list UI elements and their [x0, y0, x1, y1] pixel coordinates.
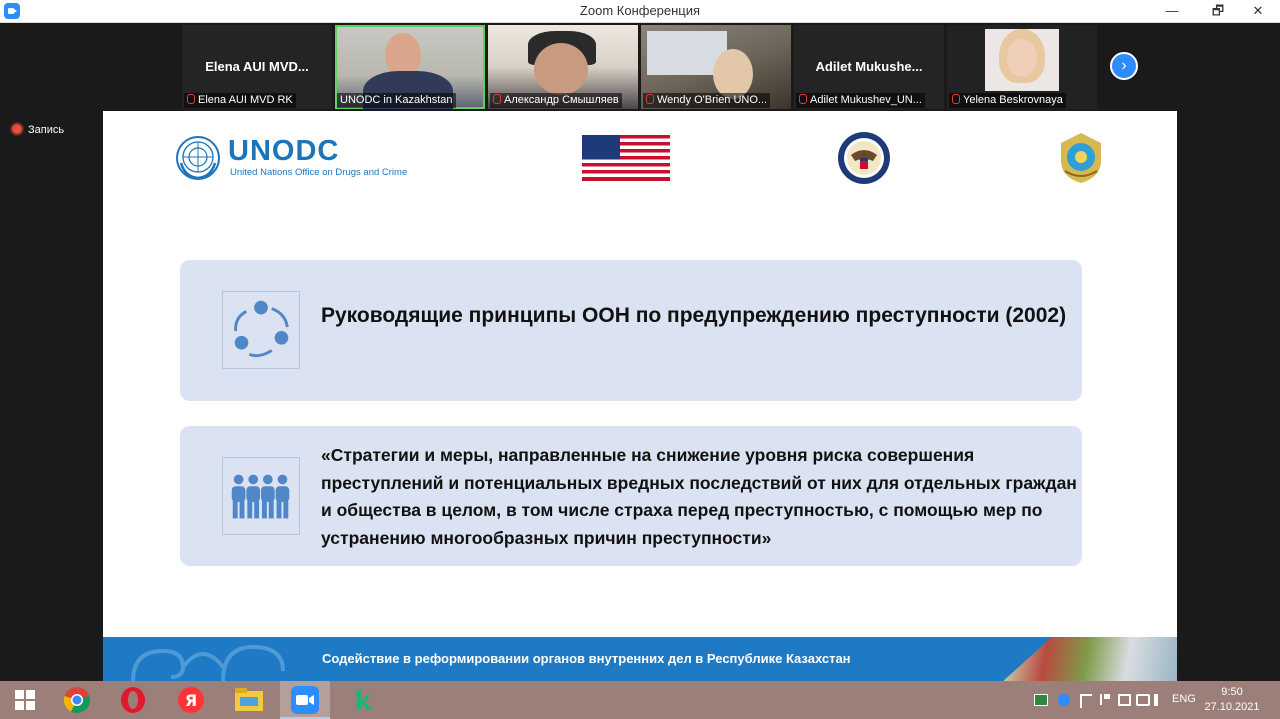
org-name: UNODC: [228, 135, 340, 167]
principles-title: Руководящие принципы ООН по предупрежден…: [321, 304, 1067, 327]
zoom-icon: [291, 686, 319, 714]
k-app-icon: k: [354, 686, 372, 714]
yandex-browser-icon: Я: [178, 687, 204, 713]
us-flag-icon: [582, 135, 670, 181]
minimize-button[interactable]: —: [1150, 0, 1194, 22]
participant-tile-active[interactable]: UNODC in Kazakhstan: [335, 25, 485, 109]
principles-card: Руководящие принципы ООН по предупрежден…: [180, 260, 1082, 401]
taskbar-clock[interactable]: 9:50 27.10.2021: [1200, 685, 1264, 715]
definition-quote: «Стратегии и меры, направленные на сниже…: [321, 445, 1077, 548]
recording-indicator[interactable]: Запись: [12, 124, 64, 136]
muted-mic-icon: [952, 94, 960, 104]
system-tray: ENG: [1030, 681, 1200, 719]
svg-text:Я: Я: [185, 691, 197, 710]
participant-label: Wendy O'Brien UNO...: [643, 93, 771, 108]
window-title: Zoom Конференция: [579, 3, 701, 18]
recording-label: Запись: [28, 124, 65, 136]
taskbar-file-explorer[interactable]: [224, 681, 274, 719]
participant-tile[interactable]: Александр Смышляев: [488, 25, 638, 109]
kazakhstan-police-emblem-icon: [1061, 133, 1101, 183]
up-arrow-tray-icon[interactable]: [1080, 694, 1092, 708]
org-subtitle: United Nations Office on Drugs and Crime: [230, 167, 408, 178]
zoom-tray-icon[interactable]: [1058, 694, 1070, 706]
opera-icon: [121, 687, 145, 713]
muted-mic-icon: [646, 94, 654, 104]
participant-strip: Elena AUI MVD... Elena AUI MVD RK UNODC …: [0, 23, 1280, 111]
clock-date: 27.10.2021: [1204, 701, 1260, 713]
next-page-chevron-right-icon[interactable]: ›: [1110, 52, 1138, 80]
us-state-department-seal-icon: [838, 132, 890, 184]
folder-icon: [235, 688, 263, 711]
record-dot-icon: [12, 124, 22, 134]
shared-screen-slide: UNODC United Nations Office on Drugs and…: [103, 111, 1177, 681]
speaker-tray-icon[interactable]: [1154, 694, 1166, 706]
flag-tray-icon[interactable]: [1100, 694, 1110, 705]
windows-taskbar: Я k ENG 9:50 27.10.2021: [0, 681, 1280, 719]
participant-label: Adilet Mukushev_UN...: [796, 93, 925, 108]
definition-card: «Стратегии и меры, направленные на сниже…: [180, 426, 1082, 566]
participant-display-name: Adilet Mukushe...: [815, 59, 923, 74]
cycle-arrows-icon: [222, 291, 300, 369]
battery-tray-icon[interactable]: [1136, 694, 1150, 706]
unodc-logo: UNODC United Nations Office on Drugs and…: [175, 135, 425, 183]
participant-tile[interactable]: Yelena Beskrovnaya: [947, 25, 1097, 109]
language-indicator[interactable]: ENG: [1172, 693, 1196, 705]
svg-text:k: k: [354, 686, 372, 714]
muted-mic-icon: [493, 94, 501, 104]
footer-text: Содействие в реформировании органов внут…: [322, 651, 851, 666]
taskbar-zoom[interactable]: [280, 681, 330, 719]
taskbar-k-app[interactable]: k: [338, 681, 388, 719]
taskbar-yandex[interactable]: Я: [166, 681, 216, 719]
close-button[interactable]: ✕: [1236, 0, 1280, 22]
taskbar-opera[interactable]: [108, 681, 158, 719]
maximize-button[interactable]: 🗗: [1196, 0, 1240, 22]
network-tray-icon[interactable]: [1118, 694, 1131, 706]
participant-display-name: Elena AUI MVD...: [205, 59, 309, 74]
muted-mic-icon: [187, 94, 195, 104]
vpn-tray-icon[interactable]: [1034, 694, 1048, 706]
window-titlebar: Zoom Конференция — 🗗 ✕: [0, 0, 1280, 23]
slide-footer-banner: Содействие в реформировании органов внут…: [103, 637, 1177, 681]
participant-label: Yelena Beskrovnaya: [949, 93, 1066, 108]
ornament-pattern-icon: [131, 644, 285, 681]
participant-video: [985, 29, 1059, 91]
participant-label: Александр Смышляев: [490, 93, 622, 108]
chrome-icon: [63, 687, 90, 713]
clock-time: 9:50: [1221, 686, 1243, 698]
participant-label: Elena AUI MVD RK: [184, 93, 296, 108]
un-emblem-icon: [176, 136, 220, 180]
participant-tile[interactable]: Adilet Mukushe... Adilet Mukushev_UN...: [794, 25, 944, 109]
participant-label: UNODC in Kazakhstan: [337, 93, 456, 108]
muted-mic-icon: [799, 94, 807, 104]
participant-tile[interactable]: Wendy O'Brien UNO...: [641, 25, 791, 109]
footer-photo-police: [1003, 637, 1177, 681]
windows-logo-icon: [15, 690, 35, 710]
people-group-icon: [222, 457, 300, 535]
windows-start-button[interactable]: [0, 681, 50, 719]
participant-tile[interactable]: Elena AUI MVD... Elena AUI MVD RK: [182, 25, 332, 109]
taskbar-chrome[interactable]: [52, 681, 102, 719]
